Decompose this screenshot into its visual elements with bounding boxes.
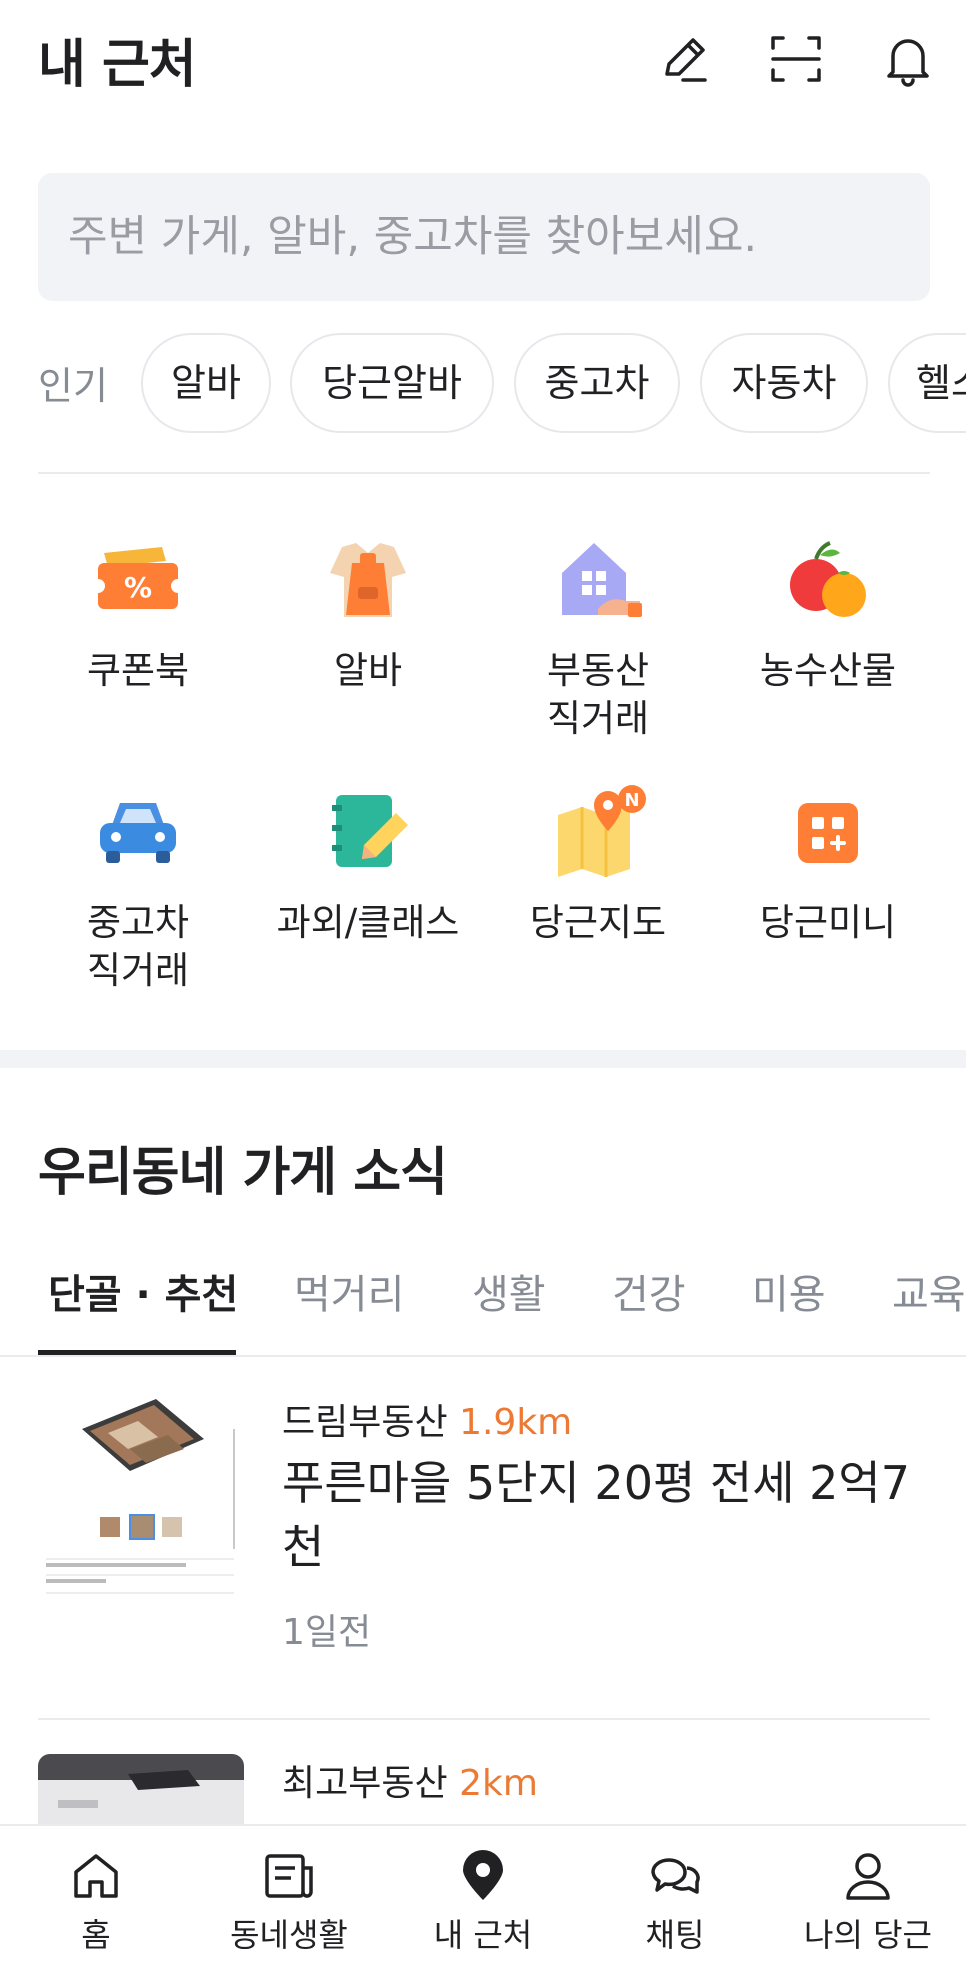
search-input[interactable] (38, 173, 930, 301)
bell-icon[interactable] (879, 30, 937, 88)
tabs-border (0, 1355, 966, 1357)
nav-home[interactable]: 홈 (6, 1848, 186, 1956)
category-label: 당근미니 (759, 901, 897, 944)
section-divider (0, 1050, 966, 1068)
chip-keyword[interactable]: 자동차 (700, 333, 868, 433)
location-pin-icon (455, 1848, 511, 1904)
category-label: 당근지도 (529, 901, 667, 944)
page-title: 내 근처 (38, 35, 197, 95)
tab-education[interactable]: 교육 (892, 1262, 966, 1320)
fruit-icon (780, 533, 876, 629)
nav-community[interactable]: 동네생활 (199, 1848, 379, 1956)
nav-my-karrot[interactable]: 나의 당근 (778, 1848, 958, 1956)
category-farm-produce[interactable]: 농수산물 (713, 533, 943, 695)
nav-label: 내 근처 (433, 1916, 533, 1954)
category-label: 부동산 직거래 (546, 649, 650, 740)
category-karrot-mini[interactable]: 당근미니 (713, 785, 943, 947)
section-title: 우리동네 가게 소식 (38, 1143, 448, 1203)
home-icon (68, 1848, 124, 1904)
person-icon (840, 1848, 896, 1904)
news-icon (261, 1848, 317, 1904)
store-info: 최고부동산 2km (282, 1754, 538, 1806)
store-info: 드림부동산 1.9km (282, 1393, 572, 1445)
feed-divider (38, 1718, 930, 1720)
popular-keywords: 인기 알바 당근알바 중고차 자동차 헬스 (38, 333, 966, 433)
nav-nearby[interactable]: 내 근처 (393, 1848, 573, 1956)
coupon-icon: % (90, 533, 186, 629)
chip-keyword[interactable]: 알바 (141, 333, 271, 433)
divider (38, 472, 930, 474)
edit-icon[interactable] (655, 30, 713, 88)
store-distance: 1.9km (459, 1402, 573, 1443)
car-icon (90, 785, 186, 881)
nav-label: 홈 (81, 1916, 111, 1954)
house-icon (550, 533, 646, 629)
listing-time: 1일전 (282, 1612, 372, 1653)
chat-icon (647, 1848, 703, 1904)
nav-label: 채팅 (645, 1916, 705, 1954)
category-label: 쿠폰북 (86, 649, 190, 692)
store-name: 최고부동산 (282, 1763, 448, 1804)
tab-health[interactable]: 건강 (612, 1262, 686, 1320)
chip-keyword[interactable]: 당근알바 (290, 333, 494, 433)
category-used-car[interactable]: 중고차 직거래 (23, 785, 253, 995)
svg-text:%: % (124, 571, 152, 604)
store-distance: 2km (459, 1763, 538, 1804)
category-part-time[interactable]: 알바 (253, 533, 483, 695)
tab-favorites[interactable]: 단골 · 추천 (48, 1262, 238, 1320)
mini-app-icon (780, 785, 876, 881)
nav-label: 나의 당근 (804, 1916, 932, 1954)
map-icon: N (550, 785, 646, 881)
category-karrot-map[interactable]: N 당근지도 (483, 785, 713, 947)
bottom-nav: 홈 동네생활 내 근처 채팅 나의 당근 (0, 1824, 966, 1983)
chip-keyword[interactable]: 헬스 (888, 333, 966, 433)
listing-title: 푸른마을 5단지 20평 전세 2억7천 (282, 1456, 911, 1574)
map-new-badge: N (624, 790, 639, 811)
active-tab-indicator (38, 1350, 236, 1355)
store-news-tabs: 단골 · 추천 먹거리 생활 건강 미용 교육 (38, 1262, 966, 1356)
apron-icon (320, 533, 416, 629)
category-real-estate[interactable]: 부동산 직거래 (483, 533, 713, 743)
category-label: 중고차 직거래 (86, 901, 190, 992)
search-box[interactable] (38, 173, 930, 301)
tab-food[interactable]: 먹거리 (294, 1262, 404, 1320)
popular-label: 인기 (38, 364, 108, 408)
category-label: 과외/클래스 (276, 901, 460, 944)
notebook-icon (320, 785, 416, 881)
tab-living[interactable]: 생활 (472, 1262, 546, 1320)
category-label: 알바 (333, 649, 403, 692)
category-label: 농수산물 (759, 649, 897, 692)
category-coupon-book[interactable]: % 쿠폰북 (23, 533, 253, 695)
chip-keyword[interactable]: 중고차 (514, 333, 680, 433)
header: 내 근처 (0, 0, 966, 120)
page: 내 근처 인기 알바 당근알바 중고차 자동차 헬스 % 쿠폰북 알바 (0, 0, 966, 1983)
tab-beauty[interactable]: 미용 (752, 1262, 826, 1320)
feed-item[interactable]: 드림부동산 1.9km 푸른마을 5단지 20평 전세 2억7천 1일전 (38, 1393, 930, 1653)
listing-thumbnail (38, 1393, 244, 1599)
feed-item[interactable]: 최고부동산 2km (38, 1754, 930, 1824)
listing-thumbnail (38, 1754, 244, 1824)
store-name: 드림부동산 (282, 1402, 448, 1443)
nav-label: 동네생활 (230, 1916, 348, 1954)
scan-icon[interactable] (767, 30, 825, 88)
nav-chat[interactable]: 채팅 (585, 1848, 765, 1956)
category-tutoring[interactable]: 과외/클래스 (253, 785, 483, 947)
